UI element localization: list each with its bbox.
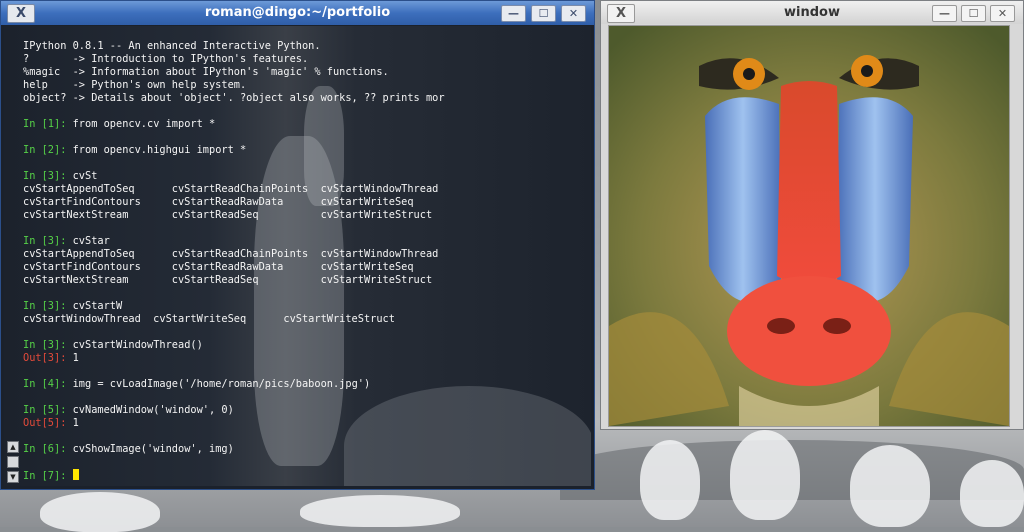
input-prompt: In [3]:: [23, 170, 67, 182]
terminal-titlebar[interactable]: X roman@dingo:~/portfolio — ☐ ✕: [1, 1, 594, 25]
terminal-line: cvStartWindowThread cvStartWriteSeq cvSt…: [23, 313, 445, 326]
output-prompt: Out[3]:: [23, 352, 67, 364]
terminal-output: IPython 0.8.1 -- An enhanced Interactive…: [23, 40, 445, 482]
output-prompt: Out[5]:: [23, 417, 67, 429]
scroll-down-icon[interactable]: ▼: [7, 471, 19, 483]
line-text: object? -> Details about 'object'. ?obje…: [23, 92, 445, 104]
terminal-window[interactable]: X roman@dingo:~/portfolio — ☐ ✕ IPython …: [0, 0, 595, 490]
line-text: cvSt: [72, 170, 98, 182]
input-prompt: In [4]:: [23, 378, 67, 390]
terminal-line: object? -> Details about 'object'. ?obje…: [23, 92, 445, 105]
close-icon[interactable]: ✕: [990, 5, 1015, 22]
terminal-line: cvStartAppendToSeq cvStartReadChainPoint…: [23, 248, 445, 261]
line-text: cvStartFindContours cvStartReadRawData c…: [23, 196, 414, 208]
terminal-line: In [3]: cvStar: [23, 235, 445, 248]
input-prompt: In [3]:: [23, 235, 67, 247]
maximize-icon[interactable]: ☐: [531, 5, 556, 22]
line-text: ? -> Introduction to IPython's features.: [23, 53, 309, 65]
terminal-line: cvStartFindContours cvStartReadRawData c…: [23, 196, 445, 209]
baboon-image: [608, 25, 1010, 427]
image-window-titlebar[interactable]: X window — ☐ ✕: [601, 1, 1023, 24]
line-text: IPython 0.8.1 -- An enhanced Interactive…: [23, 40, 321, 52]
line-text: cvStar: [72, 235, 110, 247]
terminal-line: In [7]:: [23, 469, 445, 482]
terminal-line: ? -> Introduction to IPython's features.: [23, 53, 445, 66]
line-text: 1: [72, 352, 79, 364]
line-text: cvShowImage('window', img): [72, 443, 234, 455]
line-text: cvStartNextStream cvStartReadSeq cvStart…: [23, 274, 433, 286]
image-window[interactable]: X window — ☐ ✕: [600, 0, 1024, 430]
minimize-icon[interactable]: —: [932, 5, 957, 22]
line-text: cvNamedWindow('window', 0): [72, 404, 234, 416]
terminal-line: help -> Python's own help system.: [23, 79, 445, 92]
line-text: %magic -> Information about IPython's 'm…: [23, 66, 389, 78]
input-prompt: In [2]:: [23, 144, 67, 156]
line-text: cvStartNextStream cvStartReadSeq cvStart…: [23, 209, 433, 221]
terminal-line: In [6]: cvShowImage('window', img): [23, 443, 445, 456]
terminal-line: cvStartAppendToSeq cvStartReadChainPoint…: [23, 183, 445, 196]
terminal-line: cvStartFindContours cvStartReadRawData c…: [23, 261, 445, 274]
terminal-line: Out[5]: 1: [23, 417, 445, 430]
input-prompt: In [6]:: [23, 443, 67, 455]
line-text: cvStartWindowThread cvStartWriteSeq cvSt…: [23, 313, 395, 325]
line-text: cvStartAppendToSeq cvStartReadChainPoint…: [23, 183, 439, 195]
input-prompt: In [3]:: [23, 300, 67, 312]
terminal-line: In [3]: cvStartWindowThread(): [23, 339, 445, 352]
line-text: cvStartAppendToSeq cvStartReadChainPoint…: [23, 248, 439, 260]
input-prompt: In [7]:: [23, 470, 67, 482]
terminal-line: In [5]: cvNamedWindow('window', 0): [23, 404, 445, 417]
maximize-icon[interactable]: ☐: [961, 5, 986, 22]
line-text: cvStartFindContours cvStartReadRawData c…: [23, 261, 414, 273]
line-text: from opencv.cv import *: [72, 118, 216, 130]
input-prompt: In [3]:: [23, 339, 67, 351]
line-text: cvStartWindowThread(): [72, 339, 203, 351]
terminal-line: cvStartNextStream cvStartReadSeq cvStart…: [23, 274, 445, 287]
terminal-content[interactable]: IPython 0.8.1 -- An enhanced Interactive…: [4, 26, 591, 486]
input-prompt: In [5]:: [23, 404, 67, 416]
close-icon[interactable]: ✕: [561, 5, 586, 22]
terminal-line: In [1]: from opencv.cv import *: [23, 118, 445, 131]
terminal-line: In [3]: cvStartW: [23, 300, 445, 313]
line-text: 1: [72, 417, 79, 429]
line-text: img = cvLoadImage('/home/roman/pics/babo…: [72, 378, 371, 390]
input-prompt: In [1]:: [23, 118, 67, 130]
terminal-line: IPython 0.8.1 -- An enhanced Interactive…: [23, 40, 445, 53]
terminal-line: In [3]: cvSt: [23, 170, 445, 183]
image-window-title: window: [784, 5, 840, 20]
minimize-icon[interactable]: —: [501, 5, 526, 22]
text-cursor[interactable]: [72, 469, 79, 480]
terminal-line: In [2]: from opencv.highgui import *: [23, 144, 445, 157]
terminal-line: cvStartNextStream cvStartReadSeq cvStart…: [23, 209, 445, 222]
line-text: cvStartW: [72, 300, 123, 312]
terminal-line: %magic -> Information about IPython's 'm…: [23, 66, 445, 79]
line-text: from opencv.highgui import *: [72, 144, 247, 156]
scroll-handle-icon[interactable]: [7, 456, 19, 468]
line-text: help -> Python's own help system.: [23, 79, 247, 91]
terminal-line: Out[3]: 1: [23, 352, 445, 365]
scroll-up-icon[interactable]: ▲: [7, 441, 19, 453]
terminal-line: In [4]: img = cvLoadImage('/home/roman/p…: [23, 378, 445, 391]
